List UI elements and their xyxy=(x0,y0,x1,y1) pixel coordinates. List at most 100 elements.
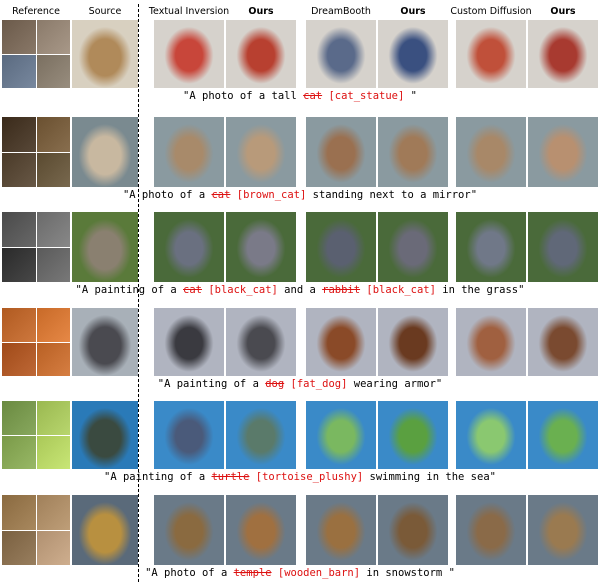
reference-thumbnail xyxy=(2,212,36,247)
caption-pre: "A painting of a xyxy=(75,284,184,296)
column-header-2: Textual Inversion xyxy=(148,6,230,17)
ours-result xyxy=(378,495,448,565)
column-header-7: Ours xyxy=(550,6,576,17)
dreambooth-result xyxy=(306,20,376,88)
source-image xyxy=(72,401,138,469)
custom-diffusion-result xyxy=(456,20,526,88)
caption-post: swimming in the sea" xyxy=(363,471,496,483)
caption-pre: "A painting of a xyxy=(157,378,266,390)
textual-inversion-result xyxy=(154,117,224,187)
reference-thumbnail xyxy=(36,530,70,565)
caption-post: standing next to a mirror" xyxy=(306,189,478,201)
ours-result xyxy=(226,308,296,376)
caption-token2: [black_cat] xyxy=(366,284,436,296)
caption-token: [brown_cat] xyxy=(236,189,307,201)
reference-thumbnail xyxy=(2,495,36,530)
row-caption: "A photo of a temple [wooden_barn] in sn… xyxy=(0,567,600,579)
source-image xyxy=(72,495,138,565)
caption-post: and a xyxy=(277,284,323,296)
caption-struck2: rabbit xyxy=(322,284,361,296)
column-header-4: DreamBooth xyxy=(311,6,371,17)
caption-token: [cat_statue] xyxy=(328,90,405,102)
dreambooth-result xyxy=(306,308,376,376)
caption-struck: cat xyxy=(211,189,231,201)
column-header-6: Custom Diffusion xyxy=(450,6,532,17)
row-caption: "A painting of a cat [black_cat] and a r… xyxy=(0,284,600,296)
reference-thumbnail xyxy=(36,495,70,530)
column-header-0: Reference xyxy=(12,6,60,17)
caption-pre: "A photo of a tall xyxy=(183,90,304,102)
ours-result xyxy=(378,20,448,88)
reference-thumbnail xyxy=(36,117,70,152)
textual-inversion-result xyxy=(154,20,224,88)
caption-post2: in the grass" xyxy=(435,284,525,296)
ours-result xyxy=(226,401,296,469)
reference-thumbnail xyxy=(36,247,70,282)
column-header-5: Ours xyxy=(400,6,426,17)
dreambooth-result xyxy=(306,495,376,565)
row-caption: "A painting of a dog [fat_dog] wearing a… xyxy=(0,378,600,390)
caption-struck: temple xyxy=(233,567,272,579)
textual-inversion-result xyxy=(154,308,224,376)
ours-result xyxy=(226,117,296,187)
ours-result xyxy=(378,401,448,469)
caption-post: in snowstorm " xyxy=(360,567,455,579)
caption-pre: "A photo of a xyxy=(122,189,212,201)
caption-pre: "A painting of a xyxy=(104,471,212,483)
textual-inversion-result xyxy=(154,212,224,282)
source-image xyxy=(72,308,138,376)
caption-pre: "A photo of a xyxy=(145,567,234,579)
reference-thumbnail xyxy=(2,342,36,376)
custom-diffusion-result xyxy=(456,495,526,565)
reference-thumbnail xyxy=(2,435,36,469)
reference-thumbnail xyxy=(36,152,70,187)
reference-image-grid xyxy=(2,495,70,565)
caption-post: wearing armor" xyxy=(347,378,443,390)
reference-image-grid xyxy=(2,20,70,88)
reference-thumbnail xyxy=(2,530,36,565)
ours-result xyxy=(528,20,598,88)
reference-image-grid xyxy=(2,117,70,187)
reference-thumbnail xyxy=(2,20,36,54)
dreambooth-result xyxy=(306,401,376,469)
custom-diffusion-result xyxy=(456,212,526,282)
column-header-1: Source xyxy=(88,6,122,17)
row-caption: "A painting of a turtle [tortoise_plushy… xyxy=(0,471,600,483)
reference-thumbnail xyxy=(2,117,36,152)
reference-image-grid xyxy=(2,401,70,469)
ours-result xyxy=(226,212,296,282)
reference-thumbnail xyxy=(36,435,70,469)
caption-struck: cat xyxy=(183,284,202,296)
reference-thumbnail xyxy=(2,401,36,435)
ours-result xyxy=(378,117,448,187)
reference-thumbnail xyxy=(36,212,70,247)
column-header-3: Ours xyxy=(248,6,274,17)
source-image xyxy=(72,20,138,88)
ours-result xyxy=(528,401,598,469)
reference-thumbnail xyxy=(36,54,70,88)
source-image xyxy=(72,117,138,187)
caption-struck: dog xyxy=(265,378,285,390)
caption-post: " xyxy=(404,90,417,102)
reference-thumbnail xyxy=(2,247,36,282)
ours-result xyxy=(226,495,296,565)
ours-result xyxy=(528,212,598,282)
ours-result xyxy=(226,20,296,88)
reference-image-grid xyxy=(2,212,70,282)
custom-diffusion-result xyxy=(456,401,526,469)
row-caption: "A photo of a tall cat [cat_statue] " xyxy=(0,90,600,102)
source-image xyxy=(72,212,138,282)
caption-token: [black_cat] xyxy=(208,284,278,296)
ours-result xyxy=(378,212,448,282)
dreambooth-result xyxy=(306,212,376,282)
textual-inversion-result xyxy=(154,495,224,565)
ours-result xyxy=(378,308,448,376)
reference-thumbnail xyxy=(2,152,36,187)
ours-result xyxy=(528,308,598,376)
reference-thumbnail xyxy=(2,54,36,88)
reference-image-grid xyxy=(2,308,70,376)
caption-token: [tortoise_plushy] xyxy=(255,471,364,483)
custom-diffusion-result xyxy=(456,308,526,376)
textual-inversion-result xyxy=(154,401,224,469)
reference-thumbnail xyxy=(2,308,36,342)
